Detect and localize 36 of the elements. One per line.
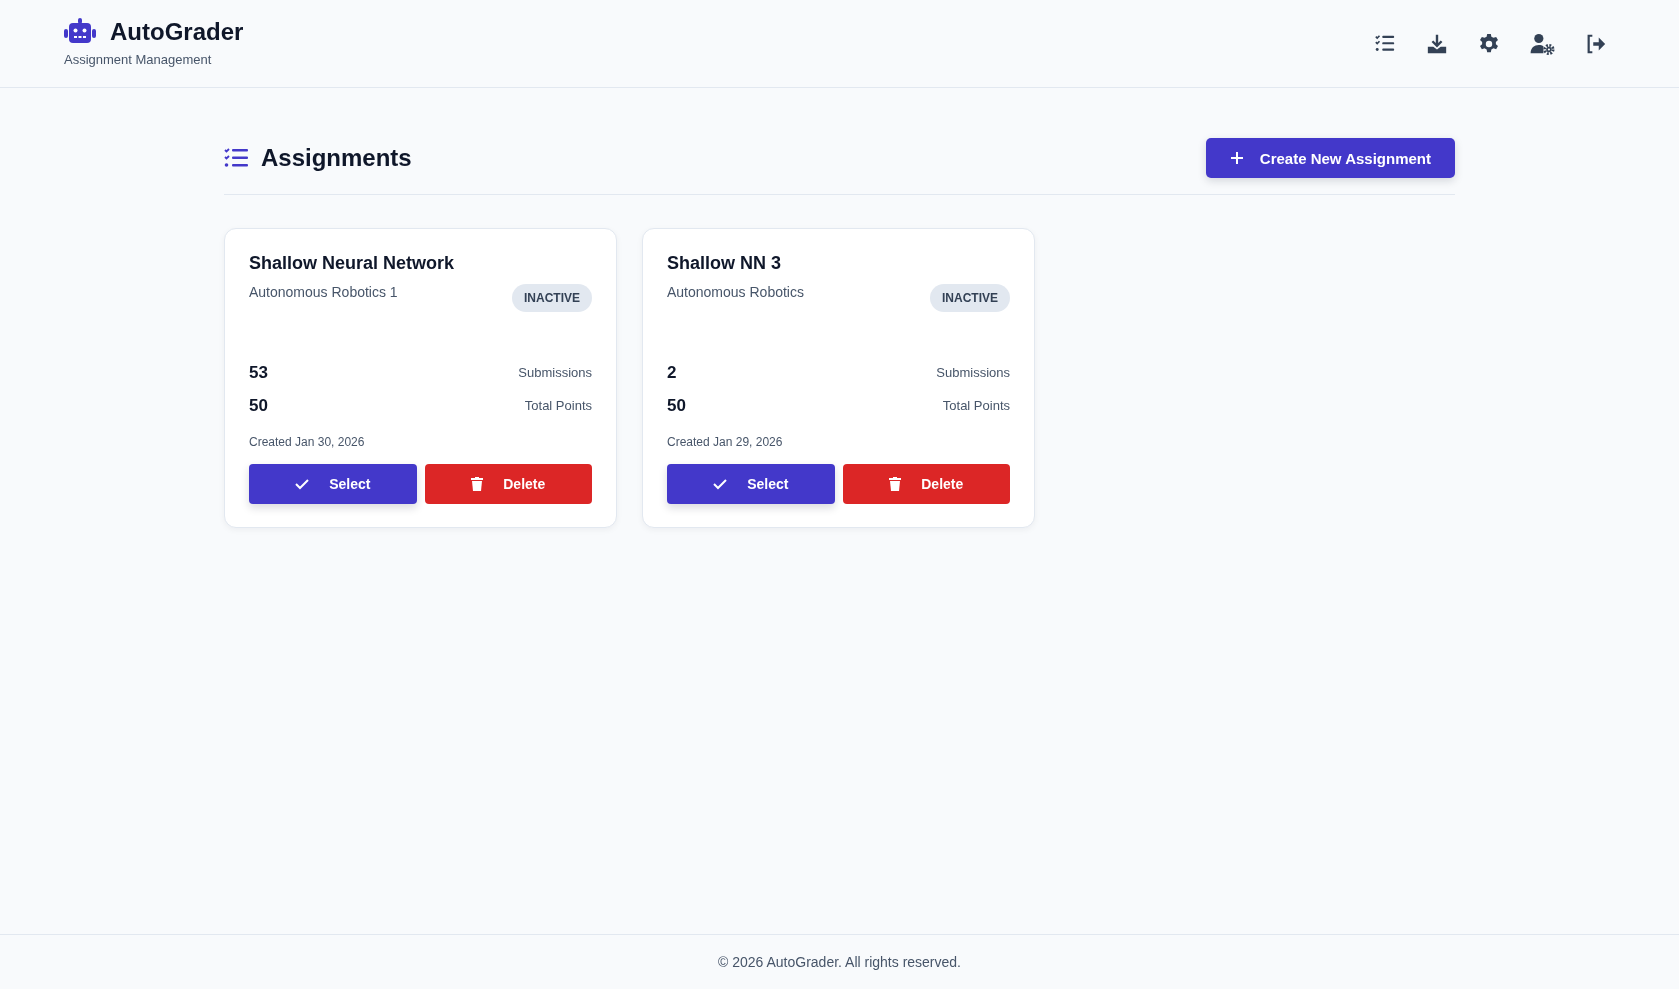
logout-icon[interactable] [1585, 32, 1607, 55]
stat-label: Submissions [936, 365, 1010, 380]
trash-icon [471, 477, 484, 491]
stat-label: Submissions [518, 365, 592, 380]
stat-label: Total Points [942, 398, 1010, 413]
trash-icon [889, 477, 902, 491]
submission-count: 2 [667, 362, 677, 383]
points-value: 50 [249, 395, 268, 416]
assignment-title: Shallow Neural Network [249, 253, 456, 274]
stat-label: Total Points [524, 398, 592, 413]
delete-button[interactable]: Delete [424, 464, 592, 504]
settings-icon[interactable] [1478, 32, 1500, 55]
course-name: Autonomous Robotics 1 [249, 284, 398, 300]
checklist-icon [224, 147, 248, 169]
status-badge: INACTIVE [930, 284, 1010, 312]
app-subtitle: Assignment Management [64, 52, 213, 67]
select-button[interactable]: Select [249, 464, 417, 504]
points-value: 50 [667, 395, 686, 416]
select-button[interactable]: Select [667, 464, 835, 504]
check-icon [713, 478, 728, 490]
download-icon[interactable] [1426, 32, 1448, 55]
delete-button[interactable]: Delete [842, 464, 1010, 504]
copyright-text: © 2026 AutoGrader. All rights reserved. [718, 954, 961, 970]
robot-icon [64, 18, 96, 46]
plus-icon [1229, 151, 1244, 165]
status-badge: INACTIVE [512, 284, 592, 312]
created-date: Created Jan 29, 2026 [667, 435, 784, 449]
page-title: Assignments [261, 144, 412, 172]
submission-count: 53 [249, 362, 268, 383]
check-icon [295, 478, 310, 490]
user-settings-icon[interactable] [1530, 32, 1555, 55]
app-title: AutoGrader [110, 18, 244, 46]
create-assignment-button[interactable]: Create New Assignment [1205, 138, 1455, 178]
assignment-title: Shallow NN 3 [667, 253, 783, 274]
course-name: Autonomous Robotics [667, 284, 804, 300]
created-date: Created Jan 30, 2026 [249, 435, 366, 449]
